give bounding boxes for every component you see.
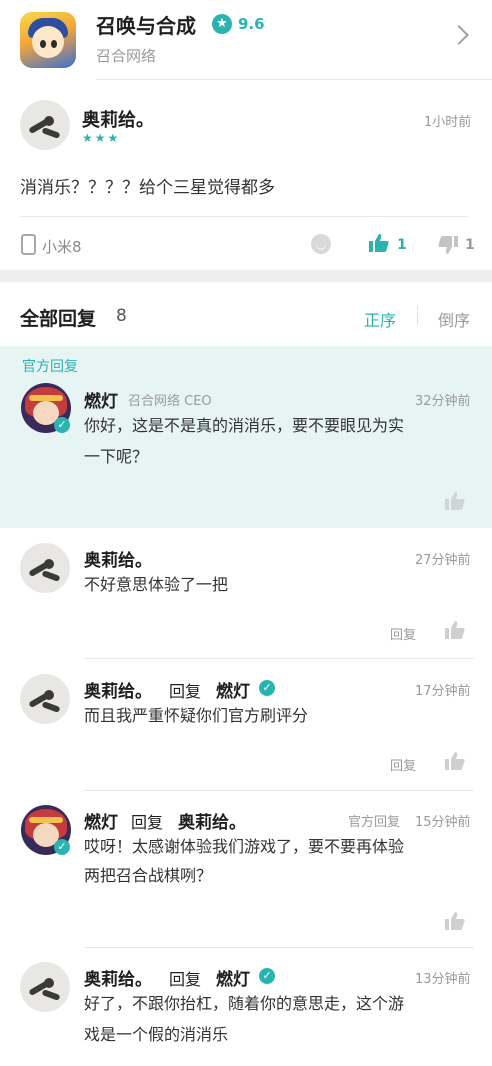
reply-author-title: 召合网络 CEO — [128, 394, 212, 409]
reply-text-line2: 戏是一个假的消消乐 — [84, 1025, 229, 1044]
reply-author[interactable]: 燃灯 — [84, 808, 118, 833]
official-reply-label: 官方回复 — [22, 359, 78, 375]
reply-text-line1: 好了，不跟你抬杠，随着你的意思走，这个游 — [84, 994, 405, 1013]
reply-avatar[interactable] — [20, 674, 70, 724]
divider — [84, 658, 474, 659]
dislike-count: 1 — [465, 237, 475, 253]
reply-time: 13分钟前 — [415, 972, 471, 987]
sort-desc-button[interactable]: 倒序 — [438, 307, 470, 331]
reply-button[interactable]: 回复 — [390, 624, 416, 643]
reply-text-line2: 两把召合战棋咧？ — [84, 866, 213, 885]
thumb-up-icon[interactable] — [445, 621, 465, 639]
thumb-down-icon[interactable] — [438, 236, 458, 254]
reply-target[interactable]: 燃灯 — [216, 677, 250, 702]
divider — [96, 79, 492, 80]
replies-count: 8 — [116, 306, 127, 326]
divider — [84, 947, 474, 948]
reply-author[interactable]: 奥莉给。 — [84, 677, 152, 702]
thumb-up-icon[interactable] — [445, 912, 465, 930]
reply-target[interactable]: 奥莉给。 — [178, 808, 246, 833]
reply-target[interactable]: 燃灯 — [216, 965, 250, 990]
reply-text-line2: 一下呢？ — [84, 447, 149, 466]
reply-time: 32分钟前 — [415, 394, 471, 409]
chevron-right-icon[interactable] — [449, 25, 469, 45]
verified-icon — [54, 417, 70, 433]
app-developer[interactable]: 召合网络 — [96, 45, 156, 66]
reply-time: 15分钟前 — [415, 815, 471, 830]
reply-text-line1: 而且我严重怀疑你们官方刷评分 — [84, 706, 309, 725]
reply-keyword: 回复 — [131, 813, 164, 832]
app-icon[interactable] — [20, 12, 76, 68]
thumb-up-icon[interactable] — [445, 752, 465, 770]
divider — [20, 216, 468, 217]
reply-text-line1: 哎呀！太感谢体验我们游戏了，要不要再体验 — [84, 837, 405, 856]
official-reply-tag: 官方回复 — [348, 815, 401, 830]
sort-asc-button[interactable]: 正序 — [364, 307, 396, 331]
review-time: 1小时前 — [424, 115, 472, 130]
replies-title: 全部回复 — [20, 308, 97, 330]
review-text: 消消乐？？？？给个三星觉得都多 — [20, 178, 275, 198]
reviewer-avatar[interactable] — [20, 100, 70, 150]
reply-avatar[interactable] — [20, 543, 70, 593]
reply-time: 17分钟前 — [415, 684, 471, 699]
reply-text-line1: 你好，这是不是真的消消乐，要不要眼见为实 — [84, 416, 405, 435]
reply-time: 27分钟前 — [415, 553, 471, 568]
star-badge-icon — [212, 14, 232, 34]
device-name: 小米8 — [42, 238, 82, 256]
verified-icon — [259, 968, 275, 984]
reply-keyword: 回复 — [169, 682, 202, 701]
reply-keyword: 回复 — [169, 970, 202, 989]
reply-author[interactable]: 燃灯 — [84, 387, 118, 412]
verified-icon — [259, 680, 275, 696]
like-count: 1 — [397, 237, 407, 253]
divider — [84, 790, 474, 791]
thumb-up-icon[interactable] — [369, 234, 389, 252]
thumb-up-icon[interactable] — [445, 492, 465, 510]
verified-icon — [54, 839, 70, 855]
phone-icon — [21, 234, 36, 255]
app-rating: 9.6 — [238, 15, 265, 33]
app-title[interactable]: 召唤与合成 — [96, 10, 196, 39]
sort-separator — [417, 306, 418, 324]
reply-button[interactable]: 回复 — [390, 755, 416, 774]
section-gap — [0, 270, 492, 282]
reviewer-name[interactable]: 奥莉给。 — [82, 106, 154, 132]
reply-text-line1: 不好意思体验了一把 — [84, 575, 229, 594]
reply-author[interactable]: 奥莉给。 — [84, 965, 152, 990]
emoji-icon[interactable] — [311, 234, 331, 254]
review-stars: ★★★ — [82, 131, 121, 145]
reply-author[interactable]: 奥莉给。 — [84, 546, 152, 571]
reply-avatar[interactable] — [20, 962, 70, 1012]
